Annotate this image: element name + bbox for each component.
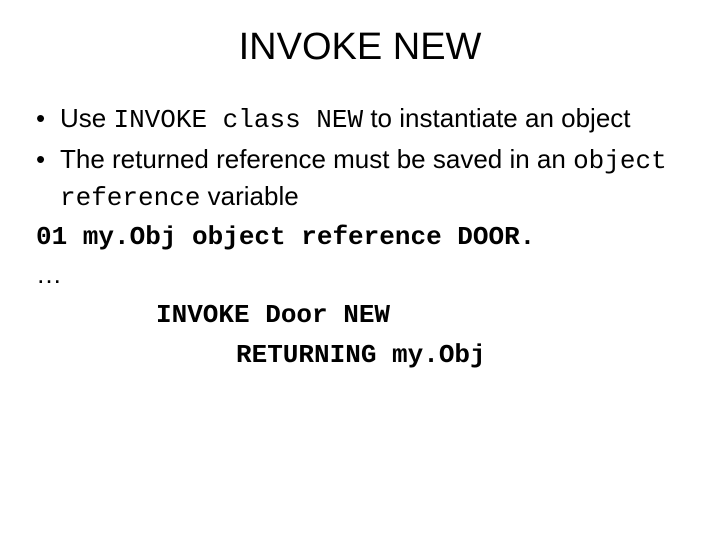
slide-title: INVOKE NEW (30, 26, 690, 69)
slide-content: • Use INVOKE class NEW to instantiate an… (30, 101, 690, 373)
bullet-dot-icon: • (36, 101, 60, 136)
bullet-code: INVOKE class NEW (113, 105, 363, 135)
code-invoke: INVOKE Door NEW (36, 298, 690, 333)
bullet-pre: The returned reference must be saved in … (60, 144, 573, 174)
bullet-text: Use INVOKE class NEW to instantiate an o… (60, 101, 690, 138)
code-ellipsis: … (36, 257, 690, 292)
bullet-item: • The returned reference must be saved i… (36, 142, 690, 216)
code-declaration: 01 my.Obj object reference DOOR. (36, 220, 690, 255)
bullet-post: variable (200, 181, 298, 211)
bullet-post: to instantiate an object (363, 103, 630, 133)
bullet-item: • Use INVOKE class NEW to instantiate an… (36, 101, 690, 138)
bullet-dot-icon: • (36, 142, 60, 177)
code-returning: RETURNING my.Obj (36, 338, 690, 373)
bullet-text: The returned reference must be saved in … (60, 142, 690, 216)
bullet-pre: Use (60, 103, 113, 133)
slide: INVOKE NEW • Use INVOKE class NEW to ins… (0, 0, 720, 540)
